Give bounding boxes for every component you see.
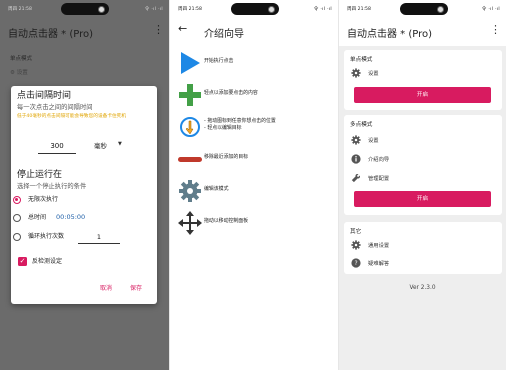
guide-text: 拖动以移动控制面板 <box>204 218 249 224</box>
info-icon <box>351 154 361 164</box>
gear-icon <box>351 68 361 78</box>
bg-single-mode-heading: 单点模式 <box>10 56 33 62</box>
camera-dot-icon <box>98 5 105 13</box>
dialog-warning: 低于40毫秒的点击间隔可能会导致您的设备卡住死机 <box>17 114 127 119</box>
move-arrows-icon <box>178 211 202 235</box>
more-vert-icon[interactable]: ⋮ <box>153 24 164 35</box>
radio-infinite[interactable] <box>13 196 21 204</box>
app-title: 自动点击器 * (Pro) <box>347 29 433 40</box>
bg-settings-row: ⚙ 设置 <box>10 68 28 76</box>
app-title: 自动点击器 * (Pro) <box>8 29 94 40</box>
multi-start-button[interactable]: 开启 <box>354 191 491 207</box>
guide-item-target: - 拖动图标到任意你想点击的位置 - 轻点以编辑目标 <box>170 112 338 140</box>
stop-condition-title: 停止运行在 <box>17 170 63 180</box>
signal-icons: 令 ·ıl ·ıl <box>144 7 163 12</box>
svg-text:?: ? <box>354 261 357 267</box>
wrench-icon <box>351 173 361 183</box>
app-bar: 介绍向导 <box>170 18 338 46</box>
general-settings-label: 通用设置 <box>368 243 390 249</box>
radio-total-time-label: 总时间 <box>28 214 47 221</box>
camera-dot-icon <box>437 5 444 13</box>
guide-text: 移除最近添加的目标 <box>204 154 249 160</box>
single-start-button[interactable]: 开启 <box>354 87 491 103</box>
guide-item-edit: 编辑该模式 <box>170 176 338 204</box>
panel-intro-guide: 周四 21:58 令 ·ıl ·ıl ← 介绍向导 开始执行点击 轻点以添加要点… <box>169 0 338 370</box>
interval-input[interactable]: 300 <box>38 140 76 154</box>
radio-loop-count-label: 循环执行次数 <box>28 233 65 240</box>
save-button[interactable]: 保存 <box>130 284 142 294</box>
guide-text: 轻点以添加要点击的内容 <box>204 90 258 96</box>
panel-interval-dialog: 周四 21:58 令 ·ıl ·ıl 自动点击器 * (Pro) ⋮ 单点模式 … <box>0 0 169 370</box>
total-time-value[interactable]: 00:05:00 <box>56 212 85 223</box>
page-title: 介绍向导 <box>204 29 244 40</box>
add-plus-icon <box>179 84 201 106</box>
anti-detect-checkbox[interactable]: ✓ <box>18 257 27 266</box>
help-icon: ? <box>351 258 361 268</box>
multi-manage-label: 管理配置 <box>368 176 390 182</box>
bg-gear-icon: ⚙ <box>10 70 15 76</box>
camera-island <box>231 3 279 15</box>
cancel-button[interactable]: 取消 <box>100 284 112 294</box>
multi-settings-label: 设置 <box>368 138 379 144</box>
faq-label: 疑难解答 <box>368 261 390 267</box>
status-bar: 周四 21:58 令 ·ıl ·ıl <box>339 0 506 18</box>
panel-home: 周四 21:58 令 ·ıl ·ıl 自动点击器 * (Pro) ⋮ 单点模式 … <box>338 0 506 370</box>
guide-text: - 拖动图标到任意你想点击的位置 <box>204 118 276 124</box>
gear-icon <box>351 135 361 145</box>
click-target-icon <box>180 117 200 137</box>
bg-settings-label: 设置 <box>16 70 28 76</box>
status-time: 周四 21:58 <box>8 7 32 12</box>
signal-icons: 令 ·ıl ·ıl <box>481 7 500 12</box>
stop-condition-subtitle: 选择一个停止执行的条件 <box>17 183 87 190</box>
faq-row[interactable]: ? 疑难解答 <box>344 256 502 270</box>
status-time: 周四 21:58 <box>178 7 202 12</box>
guide-item-add: 轻点以添加要点击的内容 <box>170 80 338 108</box>
guide-text: - 轻点以编辑目标 <box>204 125 242 131</box>
remove-bar-icon <box>178 157 202 162</box>
dropdown-caret-icon[interactable]: ▼ <box>118 141 122 147</box>
multi-guide-label: 介绍向导 <box>368 157 390 163</box>
signal-icons: 令 ·ıl ·ıl <box>313 7 332 12</box>
multi-settings-row[interactable]: 设置 <box>344 133 502 147</box>
more-vert-icon[interactable]: ⋮ <box>490 24 501 35</box>
camera-island <box>400 3 448 15</box>
interval-unit-select[interactable]: 毫秒 <box>94 140 107 152</box>
status-time: 周四 21:58 <box>347 7 371 12</box>
guide-item-move: 拖动以移动控制面板 <box>170 208 338 236</box>
settings-gear-icon <box>179 180 201 202</box>
dialog-title: 点击间隔时间 <box>17 91 72 101</box>
single-settings-label: 设置 <box>368 71 379 77</box>
radio-infinite-label: 无限次执行 <box>28 196 59 203</box>
single-mode-card: 单点模式 设置 开启 <box>344 50 502 110</box>
gear-icon <box>351 240 361 250</box>
status-bar: 周四 21:58 令 ·ıl ·ıl <box>170 0 338 18</box>
guide-text: 开始执行点击 <box>204 58 234 64</box>
single-settings-row[interactable]: 设置 <box>344 66 502 80</box>
multi-mode-title: 多点模式 <box>350 122 373 128</box>
camera-dot-icon <box>268 5 275 13</box>
radio-loop-count[interactable] <box>13 233 21 241</box>
camera-island <box>61 3 109 15</box>
radio-total-time[interactable] <box>13 214 21 222</box>
multi-mode-card: 多点模式 设置 介绍向导 管理配置 开启 <box>344 115 502 215</box>
other-card: 其它 通用设置 ? 疑难解答 <box>344 222 502 274</box>
anti-detect-label: 反检测设定 <box>32 258 63 265</box>
general-settings-row[interactable]: 通用设置 <box>344 238 502 252</box>
guide-item-start: 开始执行点击 <box>170 48 338 76</box>
version-text: Ver 2.3.0 <box>409 285 436 291</box>
loop-count-input[interactable]: 1 <box>78 232 120 244</box>
status-bar: 周四 21:58 令 ·ıl ·ıl <box>0 0 169 18</box>
guide-item-remove: 移除最近添加的目标 <box>170 144 338 172</box>
single-mode-title: 单点模式 <box>350 57 373 63</box>
app-bar: 自动点击器 * (Pro) ⋮ <box>0 18 169 46</box>
multi-guide-row[interactable]: 介绍向导 <box>344 152 502 166</box>
multi-manage-row[interactable]: 管理配置 <box>344 171 502 185</box>
dialog-subtitle: 每一次点击之间的间隔时间 <box>17 104 93 111</box>
guide-text: 编辑该模式 <box>204 186 229 192</box>
app-bar: 自动点击器 * (Pro) ⋮ <box>339 18 506 46</box>
play-triangle-icon <box>181 52 200 74</box>
other-title: 其它 <box>350 229 362 235</box>
